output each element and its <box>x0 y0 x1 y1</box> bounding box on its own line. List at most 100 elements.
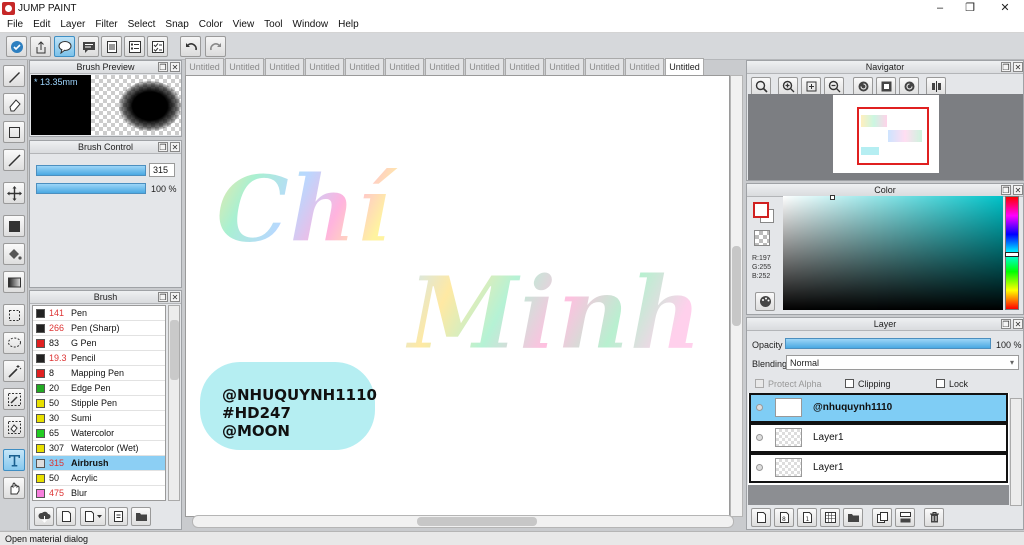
document-tab[interactable]: Untitled <box>305 58 344 75</box>
document-tab[interactable]: Untitled <box>225 58 264 75</box>
blending-select[interactable]: Normal ▾ <box>786 355 1019 370</box>
layer-row-selected[interactable]: @nhuquynh1110 <box>749 393 1008 423</box>
foreground-color-swatch[interactable] <box>753 202 769 218</box>
document-tab[interactable]: Untitled <box>185 58 224 75</box>
eraser-tool[interactable] <box>3 93 25 115</box>
select-eraser-tool[interactable] <box>3 416 25 438</box>
navigator-close-button[interactable]: ✕ <box>1013 62 1023 72</box>
delete-layer-button[interactable] <box>924 508 944 527</box>
merge-layer-button[interactable] <box>895 508 915 527</box>
document-tab[interactable]: Untitled <box>625 58 664 75</box>
layer-row[interactable]: Layer1 <box>749 423 1008 453</box>
close-button[interactable]: ✕ <box>995 1 1015 16</box>
brush-opacity-slider[interactable] <box>36 183 146 194</box>
navigator-float-button[interactable]: ❐ <box>1001 62 1011 72</box>
new-layer-button[interactable] <box>751 508 771 527</box>
brush-item-selected[interactable]: 315 Airbrush <box>33 456 165 471</box>
bucket-tool[interactable] <box>3 243 25 265</box>
magic-wand-tool[interactable] <box>3 360 25 382</box>
menu-layer[interactable]: Layer <box>55 17 90 33</box>
undo-button[interactable] <box>180 36 201 57</box>
brush-item[interactable]: 19.3 Pencil <box>33 351 165 366</box>
minimize-button[interactable]: – <box>930 1 950 16</box>
brush-download-button[interactable] <box>34 507 54 526</box>
check-circle-button[interactable] <box>6 36 27 57</box>
brush-menu-button[interactable] <box>80 507 106 526</box>
speech-bubble-button[interactable] <box>54 36 75 57</box>
brush-control-close-button[interactable]: ✕ <box>170 142 180 152</box>
layer-visibility-toggle[interactable] <box>756 434 763 441</box>
menu-tool[interactable]: Tool <box>259 17 287 33</box>
line-tool[interactable] <box>3 149 25 171</box>
fill-rect-tool[interactable] <box>3 215 25 237</box>
document-tab-active[interactable]: Untitled <box>665 58 704 75</box>
move-tool[interactable] <box>3 182 25 204</box>
list-button[interactable] <box>124 36 145 57</box>
brush-size-value[interactable]: 315 <box>149 163 175 177</box>
brush-panel-close-button[interactable]: ✕ <box>170 292 180 302</box>
brush-item[interactable]: 30 Sumi <box>33 411 165 426</box>
new-layer-1bit-button[interactable]: 1 <box>797 508 817 527</box>
brush-item[interactable]: 83 G Pen <box>33 336 165 351</box>
layer-close-button[interactable]: ✕ <box>1013 319 1023 329</box>
document-tab[interactable]: Untitled <box>585 58 624 75</box>
color-picker-cursor[interactable] <box>830 195 835 200</box>
brush-new-button[interactable] <box>56 507 76 526</box>
brush-panel-float-button[interactable]: ❐ <box>158 292 168 302</box>
color-saturation-picker[interactable] <box>783 195 1003 310</box>
pen-tool[interactable] <box>3 65 25 87</box>
text-tool[interactable] <box>3 449 25 471</box>
brush-item[interactable]: 266 Pen (Sharp) <box>33 321 165 336</box>
protect-alpha-checkbox[interactable] <box>755 379 764 388</box>
comment-button[interactable] <box>78 36 99 57</box>
menu-filter[interactable]: Filter <box>90 17 122 33</box>
hue-slider[interactable] <box>1005 196 1019 310</box>
menu-window[interactable]: Window <box>288 17 334 33</box>
share-button[interactable] <box>30 36 51 57</box>
document-tab[interactable]: Untitled <box>465 58 504 75</box>
document-tab[interactable]: Untitled <box>545 58 584 75</box>
canvas-vertical-scrollbar[interactable] <box>730 75 743 517</box>
canvas-hscroll-thumb[interactable] <box>417 517 537 526</box>
brush-item[interactable]: 475 Blur <box>33 486 165 500</box>
navigator-viewport-frame[interactable] <box>857 107 929 165</box>
brush-preview-float-button[interactable]: ❐ <box>158 62 168 72</box>
brush-list-scroll-thumb[interactable] <box>170 320 179 380</box>
document-tab[interactable]: Untitled <box>265 58 304 75</box>
duplicate-layer-button[interactable] <box>872 508 892 527</box>
navigator-view[interactable] <box>748 94 1023 180</box>
color-palette-button[interactable] <box>755 292 775 311</box>
menu-help[interactable]: Help <box>333 17 364 33</box>
brush-control-float-button[interactable]: ❐ <box>158 142 168 152</box>
redo-button[interactable] <box>205 36 226 57</box>
new-halftone-layer-button[interactable] <box>820 508 840 527</box>
menu-color[interactable]: Color <box>194 17 228 33</box>
menu-file[interactable]: File <box>2 17 28 33</box>
brush-item[interactable]: 20 Edge Pen <box>33 381 165 396</box>
canvas-vscroll-thumb[interactable] <box>732 246 741 326</box>
document-tab[interactable]: Untitled <box>345 58 384 75</box>
menu-edit[interactable]: Edit <box>28 17 55 33</box>
transparent-color-swatch[interactable] <box>754 230 770 246</box>
select-pen-tool[interactable] <box>3 388 25 410</box>
lasso-select-tool[interactable] <box>3 332 25 354</box>
brush-item[interactable]: 50 Stipple Pen <box>33 396 165 411</box>
page-button[interactable] <box>101 36 122 57</box>
new-layer-8bit-button[interactable]: 8 <box>774 508 794 527</box>
layer-list-scrollbar[interactable] <box>1010 398 1022 506</box>
rectangle-tool[interactable] <box>3 121 25 143</box>
brush-item[interactable]: 50 Acrylic <box>33 471 165 486</box>
layer-visibility-toggle[interactable] <box>756 464 763 471</box>
document-tab[interactable]: Untitled <box>385 58 424 75</box>
hand-tool[interactable] <box>3 477 25 499</box>
brush-size-slider[interactable] <box>36 165 146 176</box>
layer-opacity-slider[interactable] <box>785 338 991 349</box>
lock-checkbox[interactable] <box>936 379 945 388</box>
layer-float-button[interactable]: ❐ <box>1001 319 1011 329</box>
drawing-canvas[interactable]: Chí Minh @NHUQUYNH1110 #HD247 @MOON <box>185 75 730 517</box>
clipping-checkbox[interactable] <box>845 379 854 388</box>
brush-item[interactable]: 65 Watercolor <box>33 426 165 441</box>
document-tab[interactable]: Untitled <box>425 58 464 75</box>
color-close-button[interactable]: ✕ <box>1013 185 1023 195</box>
menu-select[interactable]: Select <box>123 17 161 33</box>
